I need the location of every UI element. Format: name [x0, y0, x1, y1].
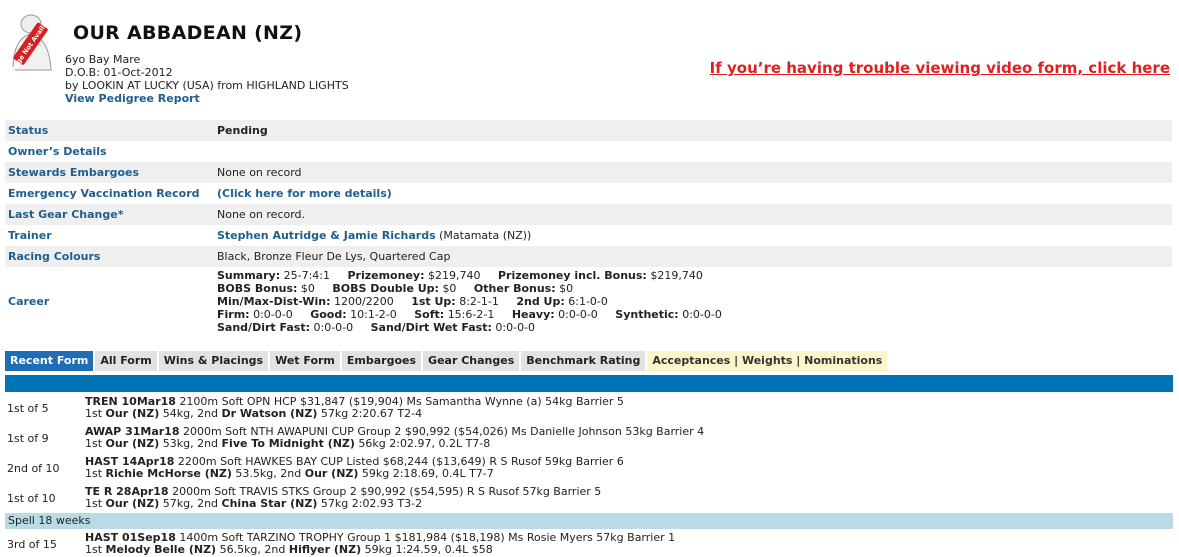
winner-horse: Our (NZ) — [105, 497, 160, 510]
trainer-row: Trainer Stephen Autridge & Jamie Richard… — [5, 225, 1172, 246]
embargo-value: None on record — [217, 166, 302, 179]
second-horse: Five To Midnight (NZ) — [221, 437, 355, 450]
colours-value: Black, Bronze Fleur De Lys, Quartered Ca… — [217, 250, 451, 263]
form-header-bar — [5, 375, 1173, 392]
second-horse: China Star (NZ) — [221, 497, 318, 510]
status-row: Status Pending — [5, 120, 1172, 141]
race-meeting-link[interactable]: HAST 14Apr18 — [85, 455, 174, 468]
horse-details-table: Status Pending Owner’s Details Stewards … — [5, 120, 1172, 335]
dob: D.O.B: 01-Oct-2012 — [65, 66, 173, 79]
horse-info: 6yo Bay Mare D.O.B: 01-Oct-2012 by LOOKI… — [65, 53, 349, 105]
race-description: TE R 28Apr18 2000m Soft TRAVIS STKS Grou… — [85, 484, 602, 510]
owners-details-link[interactable]: Owner’s Details — [5, 141, 211, 162]
race-details: 1400m Soft TARZINO TROPHY Group 1 $181,9… — [175, 530, 676, 544]
tab-all-form[interactable]: All Form — [95, 351, 159, 371]
race-description: TREN 10Mar18 2100m Soft OPN HCP $31,847 … — [85, 394, 624, 420]
trainer-location: (Matamata (NZ)) — [439, 229, 532, 242]
vaccination-row: Emergency Vaccination Record (Click here… — [5, 183, 1172, 204]
gear-row: Last Gear Change* None on record. — [5, 204, 1172, 225]
race-meeting-link[interactable]: TREN 10Mar18 — [85, 395, 176, 408]
colours-label: Racing Colours — [8, 250, 101, 263]
finish-position: 1st of 10 — [7, 491, 56, 505]
tab-gear-changes[interactable]: Gear Changes — [423, 351, 522, 371]
form-row: 3rd of 15 HAST 01Sep18 1400m Soft TARZINO… — [5, 529, 1173, 557]
career-line-1: Summary: 25-7:4:1 Prizemoney: $219,740 P… — [217, 269, 703, 282]
finish-position: 1st of 5 — [7, 401, 49, 415]
form-row: 2nd of 10 HAST 14Apr18 2200m Soft HAWKES … — [5, 453, 1173, 483]
career-line-4: Firm: 0:0-0-0 Good: 10:1-2-0 Soft: 15:6-… — [217, 308, 722, 321]
horse-name: OUR ABBADEAN (NZ) — [73, 22, 303, 44]
winner-horse: Melody Belle (NZ) — [105, 543, 217, 556]
race-details: 2000m Soft NTH AWAPUNI CUP Group 2 $90,9… — [179, 424, 705, 438]
form-row: 1st of 10 TE R 28Apr18 2000m Soft TRAVIS … — [5, 483, 1173, 513]
career-row: Career Summary: 25-7:4:1 Prizemoney: $21… — [5, 267, 1172, 335]
age-sex: 6yo Bay Mare — [65, 53, 141, 66]
trainer-label: Trainer — [8, 229, 52, 242]
colours-row: Racing Colours Black, Bronze Fleur De Ly… — [5, 246, 1172, 267]
career-stats: Summary: 25-7:4:1 Prizemoney: $219,740 P… — [211, 267, 1172, 335]
view-pedigree-link[interactable]: View Pedigree Report — [65, 92, 349, 105]
finish-position: 2nd of 10 — [7, 461, 60, 475]
second-horse: Our (NZ) — [304, 467, 359, 480]
tab-embargoes[interactable]: Embargoes — [341, 351, 424, 371]
sire-dam: by LOOKIN AT LUCKY (USA) from HIGHLAND L… — [65, 79, 349, 92]
race-details: 2100m Soft OPN HCP $31,847 ($19,904) Ms … — [175, 394, 624, 408]
gear-change-label: Last Gear Change* — [8, 208, 124, 221]
career-line-3: Min/Max-Dist-Win: 1200/2200 1st Up: 8:2-… — [217, 295, 608, 308]
form-row: 1st of 9 AWAP 31Mar18 2000m Soft NTH AWAP… — [5, 423, 1173, 453]
finish-position: 1st of 9 — [7, 431, 49, 445]
embargo-row: Stewards Embargoes None on record — [5, 162, 1172, 183]
embargo-label: Stewards Embargoes — [8, 166, 140, 179]
race-description: HAST 01Sep18 1400m Soft TARZINO TROPHY G… — [85, 530, 676, 556]
gear-change-value: None on record. — [217, 208, 306, 221]
winner-horse: Our (NZ) — [105, 437, 160, 450]
winner-horse: Our (NZ) — [105, 407, 160, 420]
finish-position: 3rd of 15 — [7, 537, 57, 551]
race-details: 2000m Soft TRAVIS STKS Group 2 $90,992 (… — [168, 484, 602, 498]
video-trouble-link[interactable]: If you’re having trouble viewing video f… — [710, 59, 1170, 77]
vaccination-details-link[interactable]: (Click here for more details) — [211, 183, 1172, 204]
spell-row: Spell 18 weeks — [5, 513, 1173, 529]
form-tabs: Recent Form All Form Wins & Placings Wet… — [5, 351, 890, 372]
status-value: Pending — [217, 124, 268, 137]
second-horse: Dr Watson (NZ) — [221, 407, 318, 420]
horse-header: Image Not Available OUR ABBADEAN (NZ) 6y… — [7, 8, 1172, 108]
race-details: 2200m Soft HAWKES BAY CUP Listed $68,244… — [174, 454, 624, 468]
race-meeting-link[interactable]: AWAP 31Mar18 — [85, 425, 179, 438]
form-row: 1st of 5 TREN 10Mar18 2100m Soft OPN HCP … — [5, 393, 1173, 423]
tab-wins-placings[interactable]: Wins & Placings — [158, 351, 271, 371]
image-not-available-icon: Image Not Available — [7, 11, 56, 76]
owners-row: Owner’s Details — [5, 141, 1172, 162]
tab-recent-form[interactable]: Recent Form — [5, 351, 96, 371]
career-line-2: BOBS Bonus: $0 BOBS Double Up: $0 Other … — [217, 282, 574, 295]
race-description: AWAP 31Mar18 2000m Soft NTH AWAPUNI CUP … — [85, 424, 705, 450]
race-description: HAST 14Apr18 2200m Soft HAWKES BAY CUP L… — [85, 454, 624, 480]
status-label: Status — [8, 124, 49, 137]
race-meeting-link[interactable]: TE R 28Apr18 — [85, 485, 169, 498]
career-line-5: Sand/Dirt Fast: 0:0-0-0 Sand/Dirt Wet Fa… — [217, 321, 536, 334]
tab-acceptances-weights-nominations[interactable]: Acceptances | Weights | Nominations — [647, 351, 890, 371]
trainer-link[interactable]: Stephen Autridge & Jamie Richards — [217, 229, 436, 242]
vaccination-label: Emergency Vaccination Record — [8, 187, 200, 200]
winner-horse: Richie McHorse (NZ) — [105, 467, 232, 480]
race-meeting-link[interactable]: HAST 01Sep18 — [85, 531, 176, 544]
second-horse: Hiflyer (NZ) — [288, 543, 362, 556]
career-label: Career — [8, 294, 50, 308]
tab-benchmark-rating[interactable]: Benchmark Rating — [521, 351, 648, 371]
recent-form-list: 1st of 5 TREN 10Mar18 2100m Soft OPN HCP … — [5, 393, 1173, 557]
tab-wet-form[interactable]: Wet Form — [270, 351, 342, 371]
